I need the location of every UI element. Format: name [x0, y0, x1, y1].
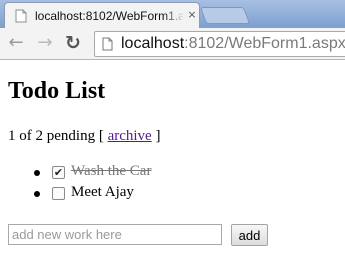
todo-item: Meet Ajay: [0, 184, 200, 205]
todo-checkbox[interactable]: [52, 187, 65, 200]
archive-link[interactable]: archive: [108, 128, 152, 144]
url-host: localhost: [121, 35, 185, 52]
status-suffix: ]: [151, 128, 161, 144]
address-bar[interactable]: localhost:8102/WebForm1.aspx: [94, 31, 345, 57]
url-text[interactable]: localhost:8102/WebForm1.aspx: [121, 35, 345, 53]
forward-arrow-icon[interactable]: →: [35, 33, 55, 53]
list-bullet: [34, 191, 40, 197]
todo-text: Meet Ajay: [71, 184, 134, 200]
new-tab-button[interactable]: [199, 7, 251, 24]
todo-text: Wash the Car: [71, 163, 152, 179]
list-bullet: [34, 170, 40, 176]
back-arrow-icon[interactable]: ←: [6, 33, 26, 53]
todo-list: ✔ Wash the Car Meet Ajay: [0, 163, 200, 205]
pending-status: 1 of 2 pending [ archive ]: [8, 128, 160, 145]
reload-icon[interactable]: ↻: [63, 33, 83, 53]
browser-tabstrip: localhost:8102/WebForm1.aspx ×: [0, 0, 345, 28]
page-icon: [15, 9, 27, 23]
todo-item: ✔ Wash the Car: [0, 163, 200, 184]
page-title: Todo List: [8, 78, 106, 104]
tab-title-fade: [163, 7, 185, 25]
url-path: :8102/WebForm1.aspx: [184, 35, 345, 52]
tab-title: localhost:8102/WebForm1.aspx: [35, 9, 183, 23]
add-button[interactable]: add: [231, 224, 268, 246]
todo-checkbox[interactable]: ✔: [52, 166, 65, 179]
browser-tab[interactable]: localhost:8102/WebForm1.aspx ×: [4, 2, 200, 28]
page-content: Todo List 1 of 2 pending [ archive ] ✔ W…: [0, 60, 345, 256]
pending-count-text: 1 of 2 pending [: [8, 128, 108, 144]
new-todo-input[interactable]: [8, 224, 222, 245]
document-icon: [102, 37, 113, 51]
close-icon[interactable]: ×: [186, 8, 198, 22]
browser-toolbar: ← → ↻ localhost:8102/WebForm1.aspx: [0, 28, 345, 60]
